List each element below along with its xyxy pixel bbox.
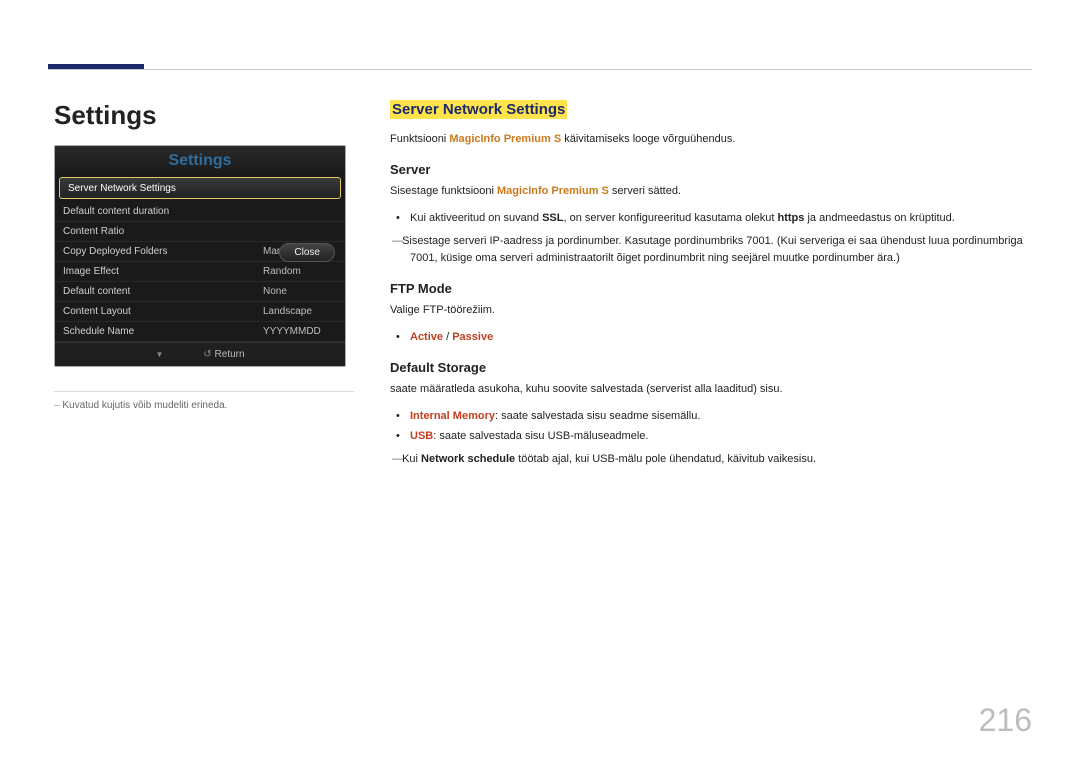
osd-row-label: Content Layout (63, 306, 263, 317)
page-number: 216 (979, 702, 1032, 739)
brand-name: MagicInfo Premium S (497, 185, 609, 197)
term-https: https (778, 212, 805, 224)
osd-row[interactable]: Content Layout Landscape (55, 302, 345, 322)
brand-name: MagicInfo Premium S (449, 133, 561, 145)
text: Funktsiooni (390, 133, 449, 145)
text: : saate salvestada sisu seadme sisemällu… (495, 410, 700, 422)
osd-title: Settings (55, 146, 345, 174)
osd-row-value: Landscape (263, 306, 337, 317)
osd-row-label: Copy Deployed Folders (63, 246, 263, 257)
text: töötab ajal, kui USB-mälu pole ühendatud… (515, 453, 816, 465)
page-heading: Settings (54, 100, 354, 131)
chevron-down-icon (155, 349, 163, 360)
bullet-list: Kui aktiveeritud on suvand SSL, on serve… (390, 210, 1026, 227)
osd-row-label: Content Ratio (63, 226, 263, 237)
intro-text: Funktsiooni MagicInfo Premium S käivitam… (390, 131, 1026, 148)
list-item: Active / Passive (410, 329, 1026, 346)
text: Kui aktiveeritud on suvand (410, 212, 542, 224)
divider (54, 391, 354, 392)
subheading-server: Server (390, 162, 1026, 177)
option-passive: Passive (452, 331, 493, 343)
image-caption: Kuvatud kujutis võib mudeliti erineda. (54, 400, 354, 411)
return-button[interactable]: Return (203, 349, 244, 360)
osd-row-label: Default content duration (63, 206, 263, 217)
osd-row[interactable]: Content Ratio (55, 222, 345, 242)
osd-row[interactable]: Default content duration (55, 202, 345, 222)
term-ssl: SSL (542, 212, 563, 224)
server-note: Sisestage serveri IP-aadress ja pordinum… (390, 233, 1026, 267)
text: Sisestage funktsiooni (390, 185, 497, 197)
osd-body: Server Network Settings Default content … (55, 177, 345, 342)
text: ja andmeedastus on krüptitud. (804, 212, 954, 224)
text: serveri sätted. (609, 185, 681, 197)
text: : saate salvestada sisu USB-mäluseadmele… (433, 430, 648, 442)
storage-text: saate määratleda asukoha, kuhu soovite s… (390, 381, 1026, 398)
server-text: Sisestage funktsiooni MagicInfo Premium … (390, 183, 1026, 200)
text: Kui (402, 453, 421, 465)
osd-footer: Return (55, 342, 345, 366)
ftp-text: Valige FTP-töörežiim. (390, 302, 1026, 319)
bullet-list: Active / Passive (390, 329, 1026, 346)
option-usb: USB (410, 430, 433, 442)
osd-row-server-network[interactable]: Server Network Settings (59, 177, 341, 199)
storage-note: Kui Network schedule töötab ajal, kui US… (390, 451, 1026, 468)
text: käivitamiseks looge võrguühendus. (561, 133, 735, 145)
osd-row[interactable]: Schedule Name YYYYMMDD (55, 322, 345, 342)
text: , on server konfigureeritud kasutama ole… (564, 212, 778, 224)
osd-row-value: Random (263, 266, 337, 277)
close-button[interactable]: Close (279, 243, 335, 262)
osd-screenshot: Settings Server Network Settings Default… (54, 145, 346, 367)
list-item: Internal Memory: saate salvestada sisu s… (410, 408, 1026, 425)
option-active: Active (410, 331, 443, 343)
osd-row-label: Schedule Name (63, 326, 263, 337)
subheading-ftp: FTP Mode (390, 281, 1026, 296)
term-network-schedule: Network schedule (421, 453, 515, 465)
separator: / (443, 331, 452, 343)
osd-row-value: None (263, 286, 337, 297)
osd-row[interactable]: Default content None (55, 282, 345, 302)
section-heading-highlight: Server Network Settings (390, 100, 567, 119)
osd-row-label: Image Effect (63, 266, 263, 277)
list-item: USB: saate salvestada sisu USB-mäluseadm… (410, 428, 1026, 445)
list-item: Kui aktiveeritud on suvand SSL, on serve… (410, 210, 1026, 227)
return-label: Return (215, 349, 245, 360)
bullet-list: Internal Memory: saate salvestada sisu s… (390, 408, 1026, 445)
osd-row-value: YYYYMMDD (263, 326, 337, 337)
osd-row-label: Server Network Settings (68, 183, 332, 194)
option-internal-memory: Internal Memory (410, 410, 495, 422)
header-rule (48, 69, 1032, 70)
osd-row[interactable]: Image Effect Random (55, 262, 345, 282)
subheading-storage: Default Storage (390, 360, 1026, 375)
osd-row-label: Default content (63, 286, 263, 297)
